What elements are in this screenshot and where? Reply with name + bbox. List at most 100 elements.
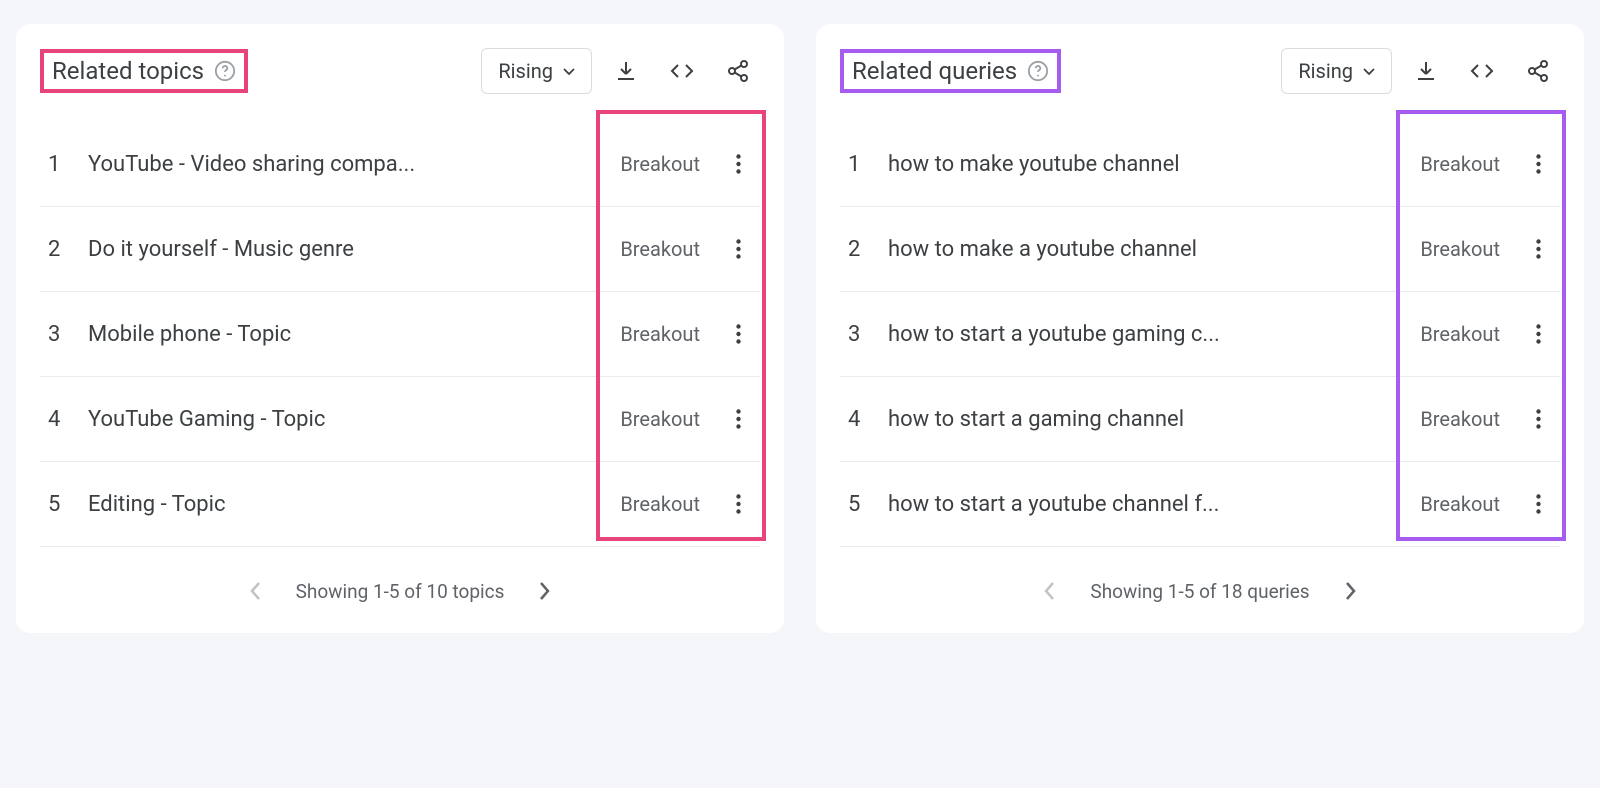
more-button[interactable]: [724, 405, 752, 433]
card-title-wrap: Related queries: [840, 49, 1061, 93]
more-button[interactable]: [724, 320, 752, 348]
help-icon[interactable]: [1027, 60, 1049, 82]
rank: 4: [848, 407, 870, 432]
more-vert-icon: [1536, 154, 1541, 174]
topics-list: 1 YouTube - Video sharing compa... Break…: [40, 122, 760, 547]
more-vert-icon: [736, 239, 741, 259]
rank: 3: [48, 322, 70, 347]
card-header: Related queries Rising: [840, 48, 1560, 94]
more-vert-icon: [736, 409, 741, 429]
cards-container: Related topics Rising: [16, 24, 1584, 633]
rank: 4: [48, 407, 70, 432]
pager: Showing 1-5 of 18 queries: [840, 547, 1560, 615]
item-value: Breakout: [1420, 152, 1500, 176]
download-button[interactable]: [1404, 49, 1448, 93]
item-label[interactable]: how to start a youtube gaming c...: [888, 322, 1402, 347]
list-item: 5 how to start a youtube channel f... Br…: [840, 462, 1560, 547]
download-icon: [1414, 59, 1438, 83]
next-page-button[interactable]: [528, 575, 560, 607]
card-title: Related topics: [52, 57, 204, 85]
item-value: Breakout: [1420, 407, 1500, 431]
item-value: Breakout: [1420, 322, 1500, 346]
list-item: 1 YouTube - Video sharing compa... Break…: [40, 122, 760, 207]
item-label[interactable]: Do it yourself - Music genre: [88, 237, 602, 262]
list-item: 1 how to make youtube channel Breakout: [840, 122, 1560, 207]
queries-list: 1 how to make youtube channel Breakout 2…: [840, 122, 1560, 547]
item-label[interactable]: how to make a youtube channel: [888, 237, 1402, 262]
more-button[interactable]: [1524, 320, 1552, 348]
list-item: 5 Editing - Topic Breakout: [40, 462, 760, 547]
prev-page-button[interactable]: [240, 575, 272, 607]
dropdown-label: Rising: [1298, 59, 1353, 83]
chevron-left-icon: [1044, 581, 1056, 601]
sort-dropdown[interactable]: Rising: [481, 48, 592, 94]
item-label[interactable]: how to start a youtube channel f...: [888, 492, 1402, 517]
rank: 1: [848, 152, 870, 177]
list-item: 4 how to start a gaming channel Breakout: [840, 377, 1560, 462]
chevron-right-icon: [1344, 581, 1356, 601]
more-vert-icon: [1536, 324, 1541, 344]
pager-text: Showing 1-5 of 10 topics: [296, 580, 505, 603]
share-button[interactable]: [1516, 49, 1560, 93]
chevron-down-icon: [1363, 68, 1375, 75]
item-label[interactable]: Mobile phone - Topic: [88, 322, 602, 347]
related-topics-card: Related topics Rising: [16, 24, 784, 633]
more-button[interactable]: [724, 150, 752, 178]
chevron-right-icon: [538, 581, 550, 601]
card-actions: Rising: [481, 48, 760, 94]
list-item: 3 Mobile phone - Topic Breakout: [40, 292, 760, 377]
item-value: Breakout: [620, 322, 700, 346]
card-title: Related queries: [852, 57, 1017, 85]
more-vert-icon: [736, 494, 741, 514]
embed-button[interactable]: [660, 49, 704, 93]
card-actions: Rising: [1281, 48, 1560, 94]
more-vert-icon: [1536, 239, 1541, 259]
download-button[interactable]: [604, 49, 648, 93]
chevron-down-icon: [563, 68, 575, 75]
list-item: 2 how to make a youtube channel Breakout: [840, 207, 1560, 292]
share-icon: [1527, 59, 1549, 83]
next-page-button[interactable]: [1334, 575, 1366, 607]
more-vert-icon: [736, 154, 741, 174]
more-vert-icon: [1536, 409, 1541, 429]
more-button[interactable]: [1524, 490, 1552, 518]
rank: 5: [848, 492, 870, 517]
code-icon: [1469, 59, 1495, 83]
item-value: Breakout: [1420, 237, 1500, 261]
more-button[interactable]: [724, 235, 752, 263]
more-button[interactable]: [724, 490, 752, 518]
more-vert-icon: [736, 324, 741, 344]
item-label[interactable]: how to make youtube channel: [888, 152, 1402, 177]
list-item: 2 Do it yourself - Music genre Breakout: [40, 207, 760, 292]
help-icon[interactable]: [214, 60, 236, 82]
item-value: Breakout: [620, 492, 700, 516]
item-value: Breakout: [1420, 492, 1500, 516]
rank: 2: [848, 237, 870, 262]
list-item: 4 YouTube Gaming - Topic Breakout: [40, 377, 760, 462]
related-queries-card: Related queries Rising: [816, 24, 1584, 633]
sort-dropdown[interactable]: Rising: [1281, 48, 1392, 94]
code-icon: [669, 59, 695, 83]
more-vert-icon: [1536, 494, 1541, 514]
item-label[interactable]: Editing - Topic: [88, 492, 602, 517]
pager: Showing 1-5 of 10 topics: [40, 547, 760, 615]
more-button[interactable]: [1524, 150, 1552, 178]
share-button[interactable]: [716, 49, 760, 93]
pager-text: Showing 1-5 of 18 queries: [1090, 580, 1309, 603]
rank: 5: [48, 492, 70, 517]
more-button[interactable]: [1524, 405, 1552, 433]
item-label[interactable]: YouTube - Video sharing compa...: [88, 152, 602, 177]
more-button[interactable]: [1524, 235, 1552, 263]
dropdown-label: Rising: [498, 59, 553, 83]
rank: 3: [848, 322, 870, 347]
embed-button[interactable]: [1460, 49, 1504, 93]
prev-page-button[interactable]: [1034, 575, 1066, 607]
list-item: 3 how to start a youtube gaming c... Bre…: [840, 292, 1560, 377]
item-value: Breakout: [620, 407, 700, 431]
item-value: Breakout: [620, 237, 700, 261]
card-title-wrap: Related topics: [40, 49, 248, 93]
item-label[interactable]: YouTube Gaming - Topic: [88, 407, 602, 432]
share-icon: [727, 59, 749, 83]
item-value: Breakout: [620, 152, 700, 176]
item-label[interactable]: how to start a gaming channel: [888, 407, 1402, 432]
